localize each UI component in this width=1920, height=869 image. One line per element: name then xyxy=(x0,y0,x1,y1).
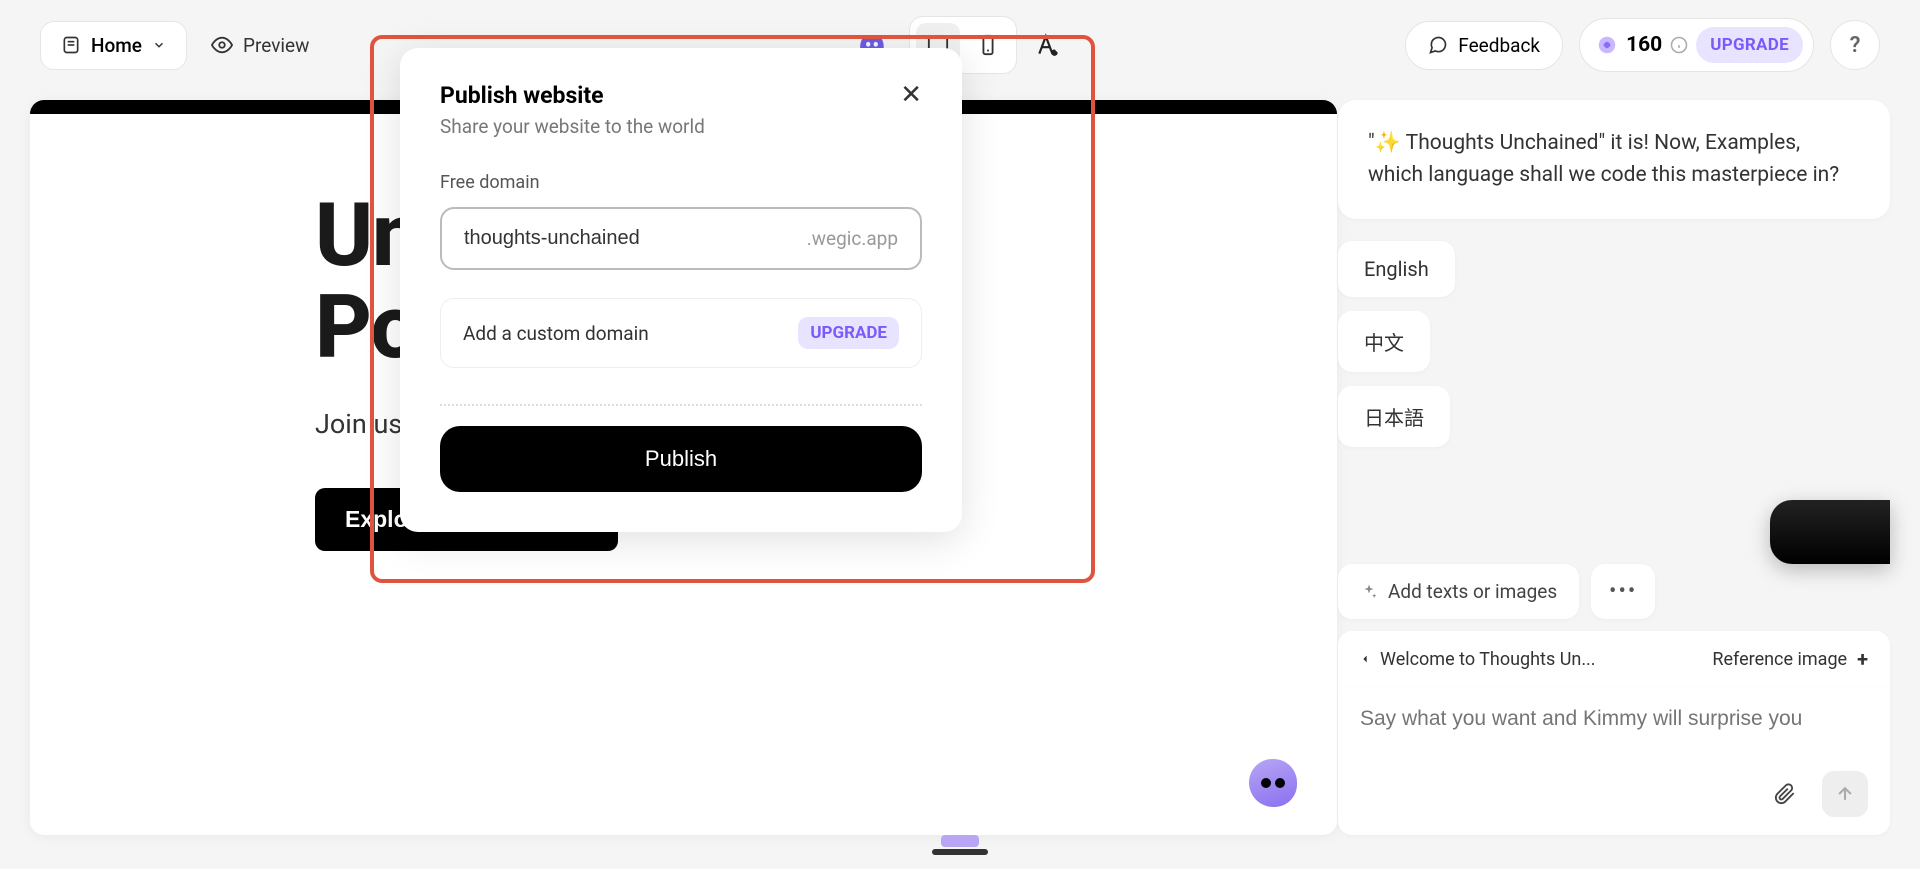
send-button[interactable] xyxy=(1822,771,1868,817)
domain-suffix: .wegic.app xyxy=(807,227,898,250)
toolbar-left: Home Preview xyxy=(40,21,309,70)
chat-icon xyxy=(1428,35,1448,55)
domain-input[interactable] xyxy=(464,227,807,250)
lang-option-chinese[interactable]: 中文 xyxy=(1338,311,1430,372)
more-tools-button[interactable]: ••• xyxy=(1591,564,1655,619)
publish-button[interactable]: Publish xyxy=(440,426,922,492)
chat-input-box xyxy=(1338,687,1890,835)
text-style-icon[interactable] xyxy=(1035,32,1061,58)
mascot-icon[interactable] xyxy=(1249,759,1297,807)
credit-icon xyxy=(1596,34,1618,56)
paperclip-icon xyxy=(1774,783,1796,805)
publish-modal: Publish website Share your website to th… xyxy=(400,48,962,532)
welcome-tag[interactable]: Welcome to Thoughts Un... xyxy=(1380,649,1596,670)
floating-pill[interactable] xyxy=(1770,500,1890,564)
page-icon xyxy=(61,35,81,55)
custom-domain-row[interactable]: Add a custom domain UPGRADE xyxy=(440,298,922,368)
sparkle-icon xyxy=(1360,583,1378,601)
preview-button[interactable]: Preview xyxy=(211,34,309,57)
assistant-message: "✨ Thoughts Unchained" it is! Now, Examp… xyxy=(1338,100,1890,219)
eye-icon xyxy=(211,34,233,56)
custom-domain-label: Add a custom domain xyxy=(463,322,649,345)
free-domain-label: Free domain xyxy=(440,172,922,193)
lang-option-english[interactable]: English xyxy=(1338,241,1455,297)
reference-image-label: Reference image xyxy=(1712,649,1847,670)
add-tool-label: Add texts or images xyxy=(1388,580,1557,603)
chat-panel: "✨ Thoughts Unchained" it is! Now, Examp… xyxy=(1338,100,1890,835)
reference-row: Welcome to Thoughts Un... Reference imag… xyxy=(1338,631,1890,687)
credits-pill: 160 UPGRADE xyxy=(1579,18,1814,72)
hat-icon xyxy=(932,835,988,863)
home-label: Home xyxy=(91,34,142,57)
help-button[interactable]: ? xyxy=(1830,20,1880,70)
chat-tools: Add texts or images ••• xyxy=(1338,564,1890,619)
arrow-up-icon xyxy=(1835,784,1855,804)
upgrade-badge[interactable]: UPGRADE xyxy=(798,317,899,349)
feedback-label: Feedback xyxy=(1458,34,1540,57)
chat-input[interactable] xyxy=(1360,707,1868,731)
add-texts-images-button[interactable]: Add texts or images xyxy=(1338,564,1579,619)
feedback-button[interactable]: Feedback xyxy=(1405,21,1563,70)
attach-button[interactable] xyxy=(1762,771,1808,817)
info-icon[interactable] xyxy=(1670,36,1688,54)
divider xyxy=(440,404,922,406)
toolbar-right: Feedback 160 UPGRADE ? xyxy=(1405,18,1880,72)
domain-input-wrap[interactable]: .wegic.app xyxy=(440,207,922,270)
caret-left-icon[interactable] xyxy=(1360,652,1370,666)
chevron-down-icon xyxy=(152,38,166,52)
modal-subtitle: Share your website to the world xyxy=(440,115,705,138)
upgrade-button[interactable]: UPGRADE xyxy=(1696,27,1803,63)
lang-option-japanese[interactable]: 日本語 xyxy=(1338,386,1450,447)
language-options: English 中文 日本語 xyxy=(1338,241,1890,447)
mobile-viewport-button[interactable] xyxy=(966,23,1010,67)
home-button[interactable]: Home xyxy=(40,21,187,70)
phone-icon xyxy=(977,34,999,56)
close-icon[interactable]: ✕ xyxy=(900,82,922,108)
preview-label: Preview xyxy=(243,34,309,57)
add-reference-button[interactable]: + xyxy=(1857,647,1868,671)
credit-count: 160 xyxy=(1626,33,1662,57)
modal-title: Publish website xyxy=(440,82,705,109)
